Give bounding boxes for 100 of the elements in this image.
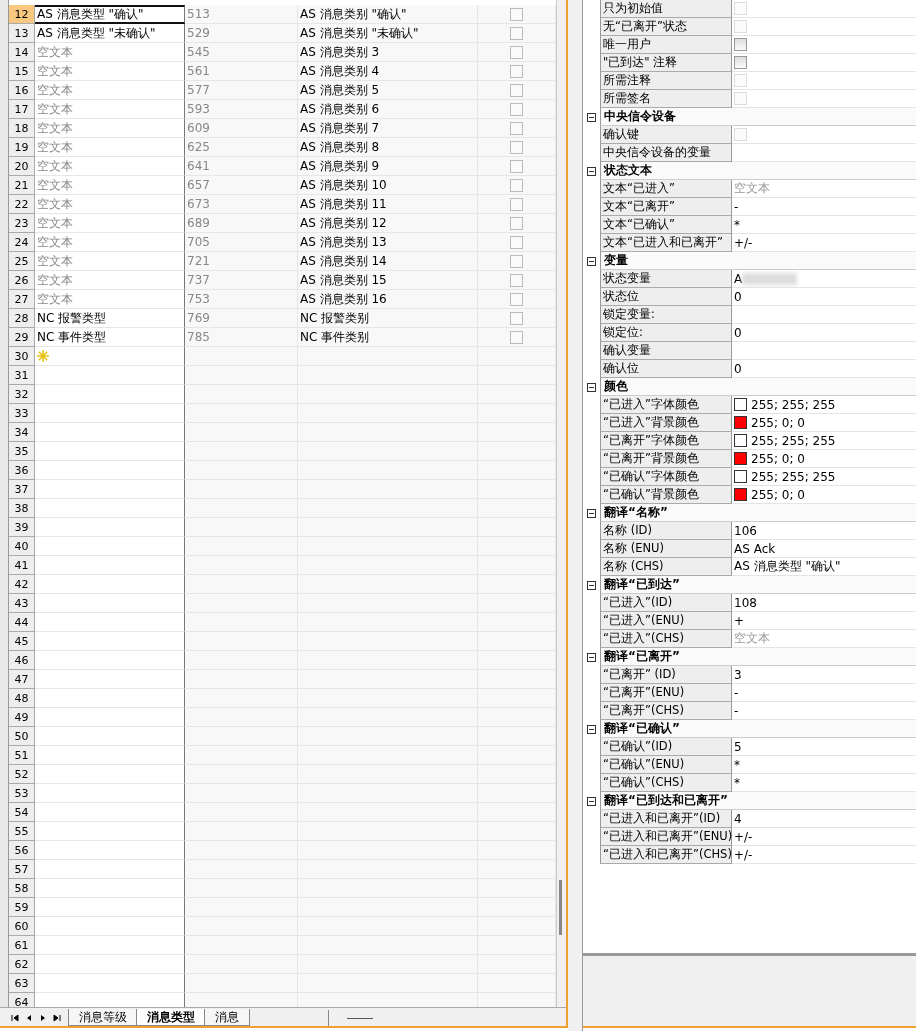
row-header[interactable]: 40 — [9, 537, 35, 556]
sheet-tab[interactable]: 消息 — [204, 1009, 250, 1026]
row-header[interactable]: 64 — [9, 993, 35, 1007]
row-header[interactable]: 45 — [9, 632, 35, 651]
row-header[interactable]: 54 — [9, 803, 35, 822]
color-swatch[interactable] — [734, 488, 747, 501]
property-value[interactable]: * — [734, 217, 740, 232]
row-header[interactable]: 35 — [9, 442, 35, 461]
row-header[interactable]: 59 — [9, 898, 35, 917]
checkbox[interactable] — [510, 292, 523, 306]
color-swatch[interactable] — [734, 470, 747, 483]
property-value[interactable]: +/- — [734, 829, 753, 844]
row-header[interactable]: 39 — [9, 518, 35, 537]
row-header[interactable]: 32 — [9, 385, 35, 404]
property-value[interactable]: - — [734, 685, 739, 700]
row-header[interactable]: 25 — [9, 252, 35, 271]
color-swatch[interactable] — [734, 452, 747, 465]
row-header[interactable]: 57 — [9, 860, 35, 879]
row-header[interactable]: 34 — [9, 423, 35, 442]
row-header[interactable]: 23 — [9, 214, 35, 233]
property-value[interactable]: - — [734, 199, 739, 214]
row-header[interactable]: 43 — [9, 594, 35, 613]
row-header[interactable]: 16 — [9, 81, 35, 100]
property-value[interactable]: 255; 0; 0 — [751, 451, 805, 466]
row-header[interactable]: 62 — [9, 955, 35, 974]
property-value[interactable]: + — [734, 613, 745, 628]
last-sheet-icon[interactable] — [52, 1013, 62, 1023]
collapse-icon[interactable] — [587, 166, 596, 176]
row-header[interactable]: 20 — [9, 157, 35, 176]
row-header[interactable]: 48 — [9, 689, 35, 708]
checkbox[interactable] — [510, 197, 523, 211]
property-value[interactable]: * — [734, 775, 740, 790]
row-header[interactable]: 24 — [9, 233, 35, 252]
property-value[interactable]: AS 消息类型 "确认" — [734, 558, 841, 575]
checkbox[interactable] — [510, 140, 523, 154]
checkbox[interactable] — [510, 83, 523, 97]
checkbox[interactable] — [510, 311, 523, 325]
collapse-icon[interactable] — [587, 382, 596, 392]
property-value[interactable]: +/- — [734, 847, 753, 862]
sheet-tab[interactable]: 消息等级 — [68, 1009, 138, 1026]
property-value[interactable]: - — [734, 703, 739, 718]
row-header[interactable]: 63 — [9, 974, 35, 993]
checkbox[interactable] — [510, 216, 523, 230]
checkbox[interactable] — [510, 235, 523, 249]
property-value[interactable]: 255; 255; 255 — [751, 397, 836, 412]
row-header[interactable]: 49 — [9, 708, 35, 727]
vertical-scrollbar[interactable] — [556, 0, 566, 1007]
property-value[interactable]: 0 — [734, 325, 742, 340]
property-value[interactable]: 4 — [734, 811, 742, 826]
row-header[interactable]: 41 — [9, 556, 35, 575]
checkbox[interactable] — [510, 64, 523, 78]
color-swatch[interactable] — [734, 398, 747, 411]
sheet-tab[interactable]: 消息类型 — [136, 1009, 206, 1026]
row-header[interactable]: 22 — [9, 195, 35, 214]
row-header[interactable]: 31 — [9, 366, 35, 385]
row-header[interactable]: 17 — [9, 100, 35, 119]
color-swatch[interactable] — [734, 434, 747, 447]
property-value[interactable]: 255; 255; 255 — [751, 433, 836, 448]
row-header[interactable]: 53 — [9, 784, 35, 803]
row-header[interactable]: 27 — [9, 290, 35, 309]
checkbox[interactable] — [510, 273, 523, 287]
row-header[interactable]: 12 — [9, 5, 35, 24]
checkbox[interactable] — [510, 159, 523, 173]
row-header[interactable]: 61 — [9, 936, 35, 955]
checkbox[interactable] — [510, 178, 523, 192]
collapse-icon[interactable] — [587, 652, 596, 662]
checkbox[interactable] — [734, 56, 747, 69]
property-value[interactable]: 106 — [734, 523, 757, 538]
property-value[interactable]: 0 — [734, 361, 742, 376]
checkbox[interactable] — [510, 121, 523, 135]
row-header[interactable]: 37 — [9, 480, 35, 499]
checkbox[interactable] — [510, 330, 523, 344]
row-header[interactable]: 44 — [9, 613, 35, 632]
row-header[interactable]: 21 — [9, 176, 35, 195]
property-value[interactable]: 3 — [734, 667, 742, 682]
row-header[interactable]: 33 — [9, 404, 35, 423]
row-header[interactable]: 19 — [9, 138, 35, 157]
collapse-icon[interactable] — [587, 724, 596, 734]
row-header[interactable]: 29 — [9, 328, 35, 347]
checkbox[interactable] — [510, 102, 523, 116]
checkbox[interactable] — [734, 38, 747, 51]
row-header[interactable]: 36 — [9, 461, 35, 480]
collapse-icon[interactable] — [587, 580, 596, 590]
collapse-icon[interactable] — [587, 796, 596, 806]
property-value[interactable]: 255; 0; 0 — [751, 415, 805, 430]
collapse-icon[interactable] — [587, 508, 596, 518]
row-header[interactable]: 30 — [9, 347, 35, 366]
row-header[interactable]: 58 — [9, 879, 35, 898]
row-header[interactable]: 42 — [9, 575, 35, 594]
color-swatch[interactable] — [734, 416, 747, 429]
row-header[interactable]: 28 — [9, 309, 35, 328]
property-value[interactable]: 5 — [734, 739, 742, 754]
row-header[interactable]: 18 — [9, 119, 35, 138]
row-header[interactable]: 26 — [9, 271, 35, 290]
checkbox[interactable] — [510, 45, 523, 59]
collapse-icon[interactable] — [587, 112, 596, 122]
row-header[interactable]: 38 — [9, 499, 35, 518]
checkbox[interactable] — [510, 254, 523, 268]
row-header[interactable]: 47 — [9, 670, 35, 689]
row-header[interactable]: 46 — [9, 651, 35, 670]
